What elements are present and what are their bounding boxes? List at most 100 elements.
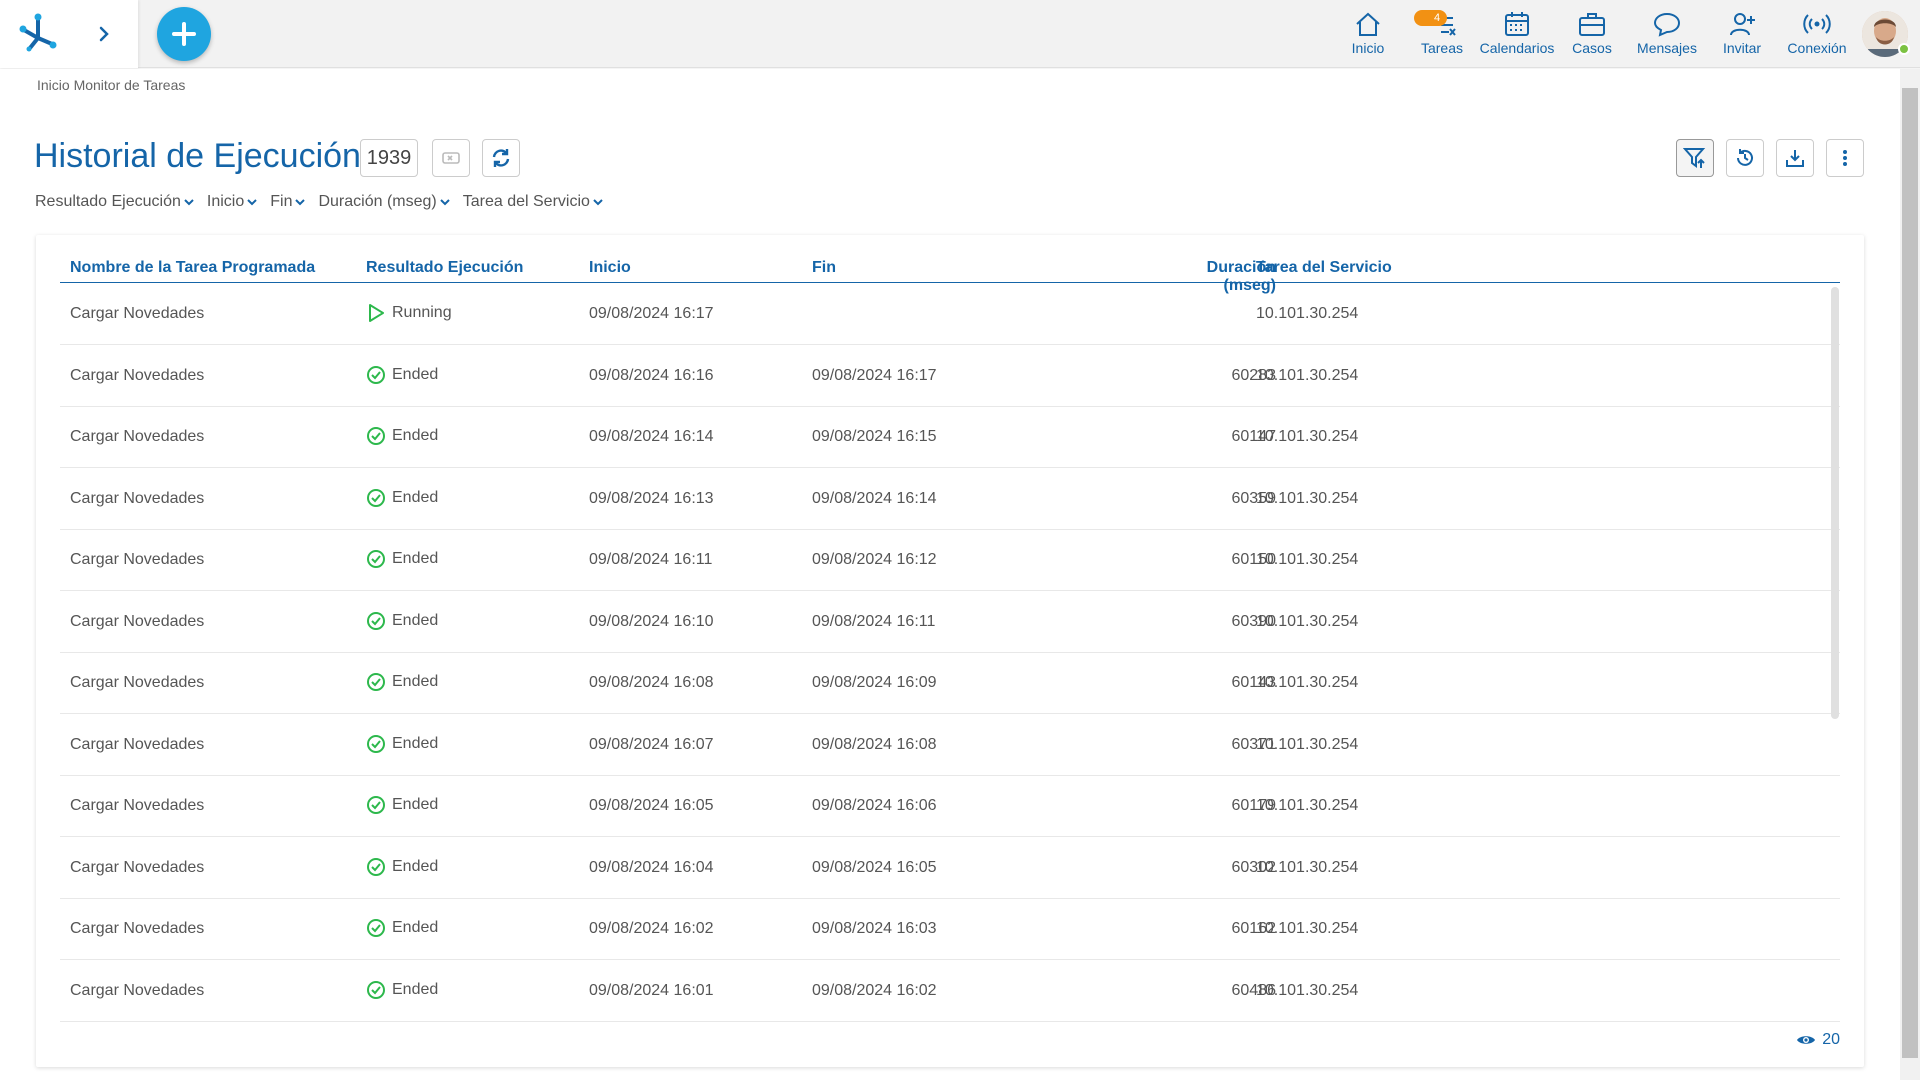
nav-label: Mensajes: [1637, 40, 1697, 56]
eye-icon: [1797, 1036, 1816, 1044]
filter-fin[interactable]: Fin: [270, 193, 306, 211]
task-name-cell: Cargar Novedades: [70, 551, 205, 568]
service-task-cell: 10.101.30.254: [1256, 735, 1359, 753]
column-header[interactable]: Resultado Ejecución: [366, 259, 523, 277]
nav-conexion[interactable]: Conexión: [1777, 10, 1857, 56]
filter-label: Duración (mseg): [318, 193, 437, 210]
start-cell: 09/08/2024 16:13: [589, 489, 714, 507]
refresh-button[interactable]: [482, 139, 520, 177]
task-name-cell: Cargar Novedades: [70, 858, 205, 876]
more-options-button[interactable]: [1826, 139, 1864, 177]
chevron-down-icon: [295, 199, 306, 206]
start-cell: 09/08/2024 16:04: [589, 858, 714, 876]
status-cell: Ended: [366, 488, 438, 508]
table-row[interactable]: Cargar Novedades Ended 09/08/2024 16:11 09/…: [60, 530, 1840, 591]
end-cell: 09/08/2024 16:03: [812, 920, 937, 937]
check-circle-icon: [367, 550, 385, 568]
online-status-dot: [1898, 43, 1910, 55]
nav-calendarios[interactable]: Calendarios: [1477, 10, 1557, 56]
table-row[interactable]: Cargar Novedades Ended 09/08/2024 16:02 09/…: [60, 899, 1840, 960]
table-row[interactable]: Cargar Novedades Ended 09/08/2024 16:05 09/…: [60, 776, 1840, 837]
status-cell: Ended: [366, 857, 438, 877]
filter-label: Resultado Ejecución: [35, 193, 181, 210]
service-task-cell: 10.101.30.254: [1256, 305, 1359, 322]
app-logo-icon[interactable]: [16, 12, 60, 52]
start-cell: 09/08/2024 16:14: [589, 428, 714, 445]
plus-icon: [172, 22, 196, 46]
chevron-down-icon: [440, 199, 450, 206]
status-cell: Ended: [366, 918, 438, 938]
column-header[interactable]: Tarea del Servicio: [1256, 259, 1392, 277]
check-circle-icon: [367, 365, 385, 384]
filter-duracion[interactable]: Duración (mseg): [318, 193, 450, 211]
check-circle-icon: [367, 734, 385, 753]
briefcase-icon: [1579, 13, 1605, 36]
chevron-down-icon: [247, 199, 257, 206]
task-name-cell: Cargar Novedades: [70, 612, 205, 630]
nav-mensajes[interactable]: Mensajes: [1627, 10, 1707, 56]
start-cell: 09/08/2024 16:16: [589, 366, 714, 384]
filter-resultado[interactable]: Resultado Ejecución: [35, 193, 195, 211]
nav-inicio[interactable]: Inicio: [1328, 10, 1408, 56]
end-cell: 09/08/2024 16:12: [812, 551, 937, 568]
page-scrollbar-thumb[interactable]: [1902, 88, 1918, 1058]
column-header[interactable]: Fin: [812, 259, 836, 277]
logo-area: [0, 0, 138, 68]
status-cell: Ended: [366, 672, 438, 692]
check-circle-icon: [367, 673, 385, 691]
task-name-cell: Cargar Novedades: [70, 981, 205, 999]
table-row[interactable]: Cargar Novedades Ended 09/08/2024 16:14 09/…: [60, 407, 1840, 468]
chat-icon: [1653, 12, 1681, 37]
task-name-cell: Cargar Novedades: [70, 366, 205, 384]
history-button[interactable]: [1726, 139, 1764, 177]
nav-invitar[interactable]: Invitar: [1702, 10, 1782, 56]
start-cell: 09/08/2024 16:01: [589, 981, 714, 999]
start-cell: 09/08/2024 16:05: [589, 797, 714, 814]
main-page: Inicio Monitor de Tareas Historial de Ej…: [0, 69, 1900, 1080]
status-label: Ended: [392, 734, 439, 752]
check-circle-icon: [367, 488, 385, 507]
nav-casos[interactable]: Casos: [1552, 10, 1632, 56]
filter-inicio[interactable]: Inicio: [207, 193, 258, 211]
table-row[interactable]: Cargar Novedades Ended 09/08/2024 16:01 09/…: [60, 961, 1840, 1022]
table-row[interactable]: Cargar Novedades Ended 09/08/2024 16:16 09/…: [60, 346, 1840, 407]
column-filters: Resultado Ejecución Inicio Fin Duración …: [35, 193, 604, 211]
end-cell: 09/08/2024 16:06: [812, 797, 937, 814]
status-cell: Ended: [366, 549, 438, 569]
end-cell: 09/08/2024 16:11: [812, 612, 936, 630]
filter-tarea-servicio[interactable]: Tarea del Servicio: [463, 193, 604, 211]
nav-label: Calendarios: [1479, 40, 1555, 56]
column-header[interactable]: Inicio: [589, 259, 631, 277]
table-row[interactable]: Cargar Novedades Running 09/08/2024 16:17 1…: [60, 284, 1840, 345]
table-scrollbar[interactable]: [1831, 287, 1839, 719]
top-bar: Inicio 4 Tareas Calendarios Casos Mensaj…: [0, 0, 1920, 68]
task-name-cell: Cargar Novedades: [70, 797, 205, 814]
connection-icon: [1803, 14, 1831, 34]
service-task-cell: 10.101.30.254: [1256, 674, 1359, 691]
table-row[interactable]: Cargar Novedades Ended 09/08/2024 16:13 09/…: [60, 469, 1840, 530]
download-button[interactable]: [1776, 139, 1814, 177]
table-row[interactable]: Cargar Novedades Ended 09/08/2024 16:10 09/…: [60, 592, 1840, 653]
status-label: Ended: [392, 427, 439, 444]
task-name-cell: Cargar Novedades: [70, 428, 205, 445]
clear-filter-button[interactable]: [432, 139, 470, 177]
nav-label: Tareas: [1420, 40, 1464, 56]
breadcrumb[interactable]: Inicio Monitor de Tareas: [37, 77, 185, 93]
eraser-icon: [442, 152, 460, 164]
table-row[interactable]: Cargar Novedades Ended 09/08/2024 16:08 09/…: [60, 653, 1840, 714]
table-row[interactable]: Cargar Novedades Ended 09/08/2024 16:04 09/…: [60, 838, 1840, 899]
add-button[interactable]: [157, 7, 211, 61]
check-circle-icon: [367, 919, 385, 937]
filter-button[interactable]: [1676, 139, 1714, 177]
task-name-cell: Cargar Novedades: [70, 305, 205, 322]
task-name-cell: Cargar Novedades: [70, 674, 205, 691]
column-header[interactable]: Nombre de la Tarea Programada: [70, 259, 315, 277]
visible-count[interactable]: 20: [1796, 1031, 1840, 1049]
check-circle-icon: [367, 796, 385, 814]
status-cell: Running: [366, 303, 452, 323]
check-circle-icon: [367, 857, 385, 876]
tasks-badge: 4: [1414, 10, 1448, 26]
nav-tareas[interactable]: 4 Tareas: [1402, 10, 1482, 56]
table-row[interactable]: Cargar Novedades Ended 09/08/2024 16:07 09/…: [60, 715, 1840, 776]
chevron-right-icon[interactable]: [92, 22, 116, 46]
